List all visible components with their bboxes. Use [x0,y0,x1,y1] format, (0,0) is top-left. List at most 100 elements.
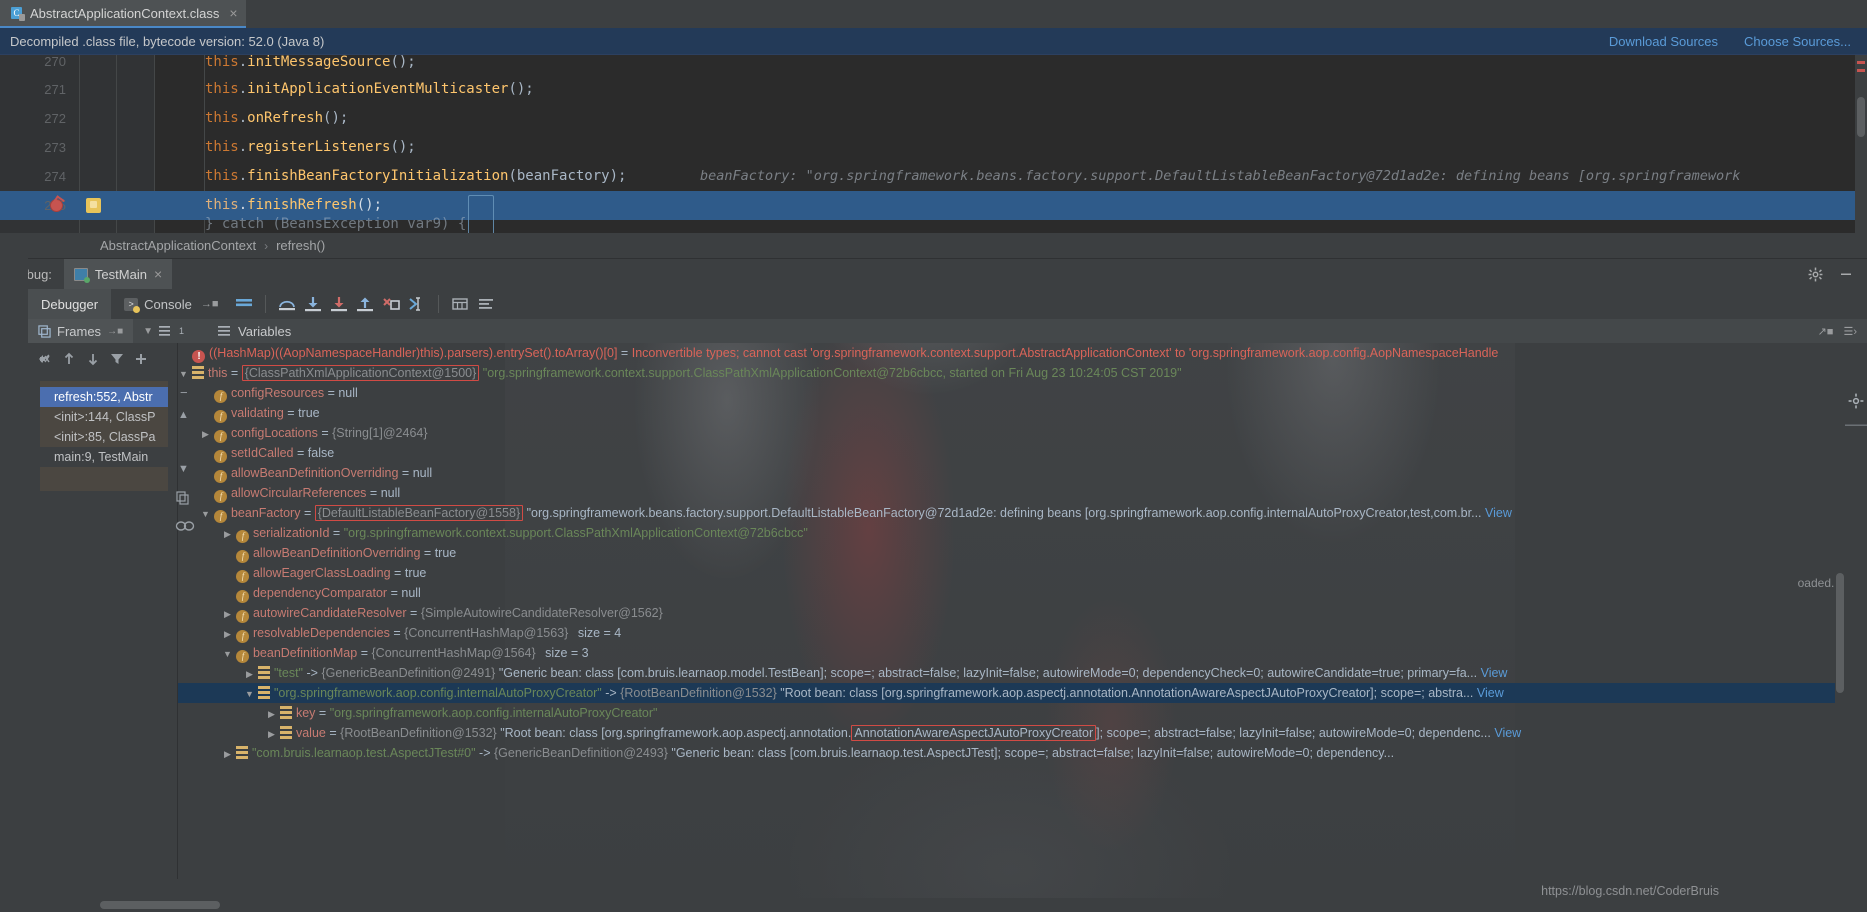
run-configuration-tab[interactable]: TestMain × [63,259,173,289]
copy-icon[interactable] [176,491,190,505]
add-icon[interactable] [130,348,152,370]
code-line[interactable]: 274 this.finishBeanFactoryInitialization… [0,162,1867,191]
frame-item-init-144[interactable]: <init>:144, ClassP [40,407,168,427]
breadcrumb-method[interactable]: refresh() [276,238,325,253]
editor-scroll-thumb[interactable] [1857,97,1865,137]
code-line[interactable]: 270 this.initMessageSource(); [0,55,1867,75]
variable-row-beandefinitionmap[interactable]: f beanDefinitionMap = {ConcurrentHashMap… [178,643,1846,663]
map-entry-icon [280,726,293,739]
frame-item-main[interactable]: main:9, TestMain [40,447,168,467]
choose-sources-link[interactable]: Choose Sources... [1744,34,1851,49]
thread-selector[interactable]: ▼ 1 [133,319,194,343]
tab-frames[interactable]: Frames →■ [28,319,134,343]
variable-row-configresources[interactable]: f configResources = null [178,383,1846,403]
view-link[interactable]: View [1481,666,1508,680]
variable-row-alloweagerclassloading[interactable]: f allowEagerClassLoading = true [178,563,1846,583]
move-down-icon[interactable] [82,348,104,370]
collapse-icon[interactable]: − [180,385,188,400]
variables-scrollbar[interactable] [1835,343,1845,879]
variable-row-autowirecandidateresolver[interactable]: f autowireCandidateResolver = {SimpleAut… [178,603,1846,623]
step-into-icon[interactable] [300,291,326,317]
scroll-down-icon[interactable]: ▼ [178,463,189,475]
expand-arrow[interactable] [222,644,233,664]
variable-row-serializationid[interactable]: f serializationId = "org.springframework… [178,523,1846,543]
download-sources-link[interactable]: Download Sources [1609,34,1718,49]
collapse-panel-icon[interactable]: —— [1845,419,1867,431]
tab-debugger[interactable]: Debugger [28,289,112,319]
variable-row-this[interactable]: this = {ClassPathXmlApplicationContext@1… [178,363,1846,383]
settings-list-icon[interactable] [473,291,499,317]
field-icon: f [214,450,228,463]
variable-row-allowbeandefinitionoverriding[interactable]: f allowBeanDefinitionOverriding = null [178,463,1846,483]
variable-row-key[interactable]: key = "org.springframework.aop.config.in… [178,703,1846,723]
variable-row-beanfactory[interactable]: f beanFactory = {DefaultListableBeanFact… [178,503,1846,523]
code-line[interactable]: 271 this.initApplicationEventMulticaster… [0,75,1867,104]
expand-arrow[interactable] [222,744,233,764]
evaluate-expression-icon[interactable] [447,291,473,317]
variable-row-dependencycomparator[interactable]: f dependencyComparator = null [178,583,1846,603]
expand-arrow[interactable] [178,364,189,384]
move-up-icon[interactable] [58,348,80,370]
settings-gear-icon[interactable] [1848,393,1864,409]
code-editor[interactable]: 270 this.initMessageSource(); 271 this.i… [0,55,1867,260]
variable-row-setidcalled[interactable]: f setIdCalled = false [178,443,1846,463]
editor-tabs: C AbstractApplicationContext.class × [0,0,1867,28]
panel-menu-icon[interactable]: ☰› [1843,325,1857,338]
watches-icon[interactable] [175,519,195,533]
variables-panel[interactable]: ! ((HashMap)((AopNamespaceHandler)this).… [178,343,1846,879]
gear-icon[interactable] [1808,267,1823,282]
expand-arrow[interactable] [266,724,277,744]
variable-row-entry-aspectjtest[interactable]: "com.bruis.learnaop.test.AspectJTest#0" … [178,743,1846,763]
tab-variables[interactable]: Variables [208,319,301,343]
variables-scroll-thumb[interactable] [1836,573,1844,693]
close-icon[interactable]: × [229,5,237,21]
editor-scrollbar[interactable] [1855,55,1867,233]
code-line[interactable]: 273 this.registerListeners(); [0,133,1867,162]
layout-icon[interactable] [231,291,257,317]
map-entry-icon [236,746,249,759]
variable-row-allowbeandefinitionoverriding-inner[interactable]: f allowBeanDefinitionOverriding = true [178,543,1846,563]
intention-bulb-icon[interactable] [86,198,101,213]
horizontal-scroll-thumb[interactable] [100,901,220,909]
mute-icon[interactable] [34,348,56,370]
variable-row-allowcircularreferences[interactable]: f allowCircularReferences = null [178,483,1846,503]
variable-row-error[interactable]: ! ((HashMap)((AopNamespaceHandler)this).… [178,343,1846,363]
variable-row-entry-internalautoproxycreator[interactable]: "org.springframework.aop.config.internal… [178,683,1846,703]
tab-console[interactable]: > Console →■ [111,289,231,319]
variable-row-validating[interactable]: f validating = true [178,403,1846,423]
variable-row-configlocations[interactable]: f configLocations = {String[1]@2464} [178,423,1846,443]
expand-arrow[interactable] [200,504,211,524]
run-to-cursor-icon[interactable] [404,291,430,317]
view-link[interactable]: View [1477,686,1504,700]
drop-frame-icon[interactable] [378,291,404,317]
filter-icon[interactable] [106,348,128,370]
expand-panel-icon[interactable]: ↗■ [1818,325,1834,338]
variable-row-entry-test[interactable]: "test" -> {GenericBeanDefinition@2491} "… [178,663,1846,683]
variable-row-resolvabledependencies[interactable]: f resolvableDependencies = {ConcurrentHa… [178,623,1846,643]
editor-tab-abstractapplicationcontext[interactable]: C AbstractApplicationContext.class × [0,0,246,28]
expand-arrow[interactable] [266,704,277,724]
view-link[interactable]: View [1494,726,1521,740]
step-out-icon[interactable] [352,291,378,317]
code-line[interactable]: 272 this.onRefresh(); [0,104,1867,133]
expand-arrow[interactable] [222,624,233,644]
frame-item-refresh[interactable]: refresh:552, Abstr [40,387,168,407]
expand-arrow[interactable] [244,684,255,704]
variable-row-value[interactable]: value = {RootBeanDefinition@1532} "Root … [178,723,1846,743]
pin-icon[interactable]: →■ [201,298,219,310]
expand-arrow[interactable] [200,424,211,444]
close-icon[interactable]: × [154,266,162,282]
expand-arrow[interactable] [222,604,233,624]
minimize-icon[interactable] [1839,267,1853,281]
scroll-up-icon[interactable]: ▲ [178,409,189,421]
view-link[interactable]: View [1485,506,1512,520]
expand-arrow[interactable] [222,524,233,544]
expand-arrow[interactable] [244,664,255,684]
breakpoint-icon[interactable] [50,199,63,212]
breadcrumb-class[interactable]: AbstractApplicationContext [100,238,256,253]
force-step-into-icon[interactable] [326,291,352,317]
variable-equals: = [394,566,402,580]
variable-value: "Generic bean: class [com.bruis.learnaop… [498,666,1478,680]
step-over-icon[interactable] [274,291,300,317]
frame-item-init-85[interactable]: <init>:85, ClassPa [40,427,168,447]
